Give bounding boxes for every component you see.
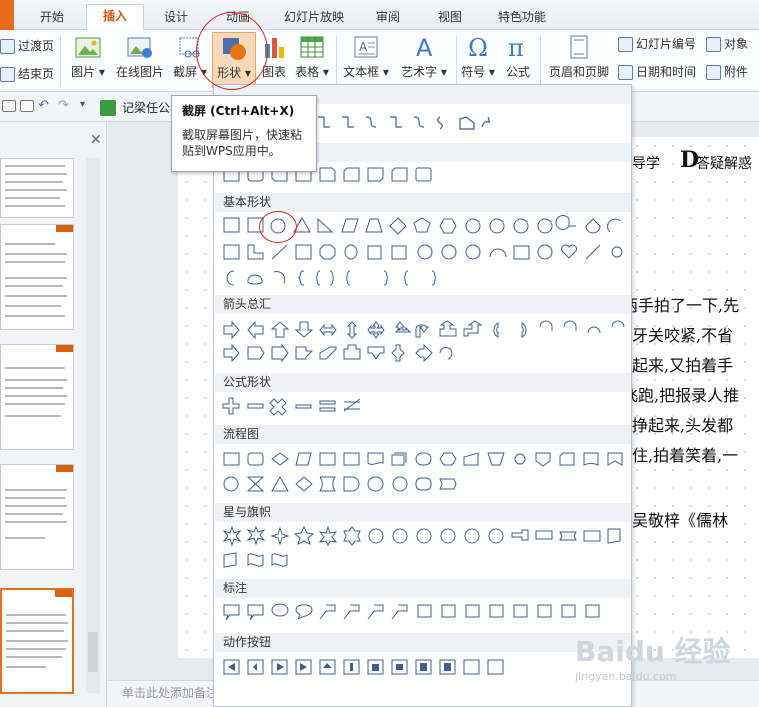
slide-thumbnail[interactable]: [0, 464, 74, 570]
slide-thumbnail[interactable]: [0, 224, 74, 330]
online-picture-icon: [126, 34, 154, 60]
customize-dropdown-icon[interactable]: ▾: [80, 99, 85, 110]
ribbon-insert: 过渡页 结束页 图片 ▾ 在线图片 截屏 ▾ 形状 ▾ 图表 表格 ▾ A 文本…: [0, 30, 759, 92]
section-arrows: 箭头总汇: [215, 295, 631, 314]
slide-text-line: 起来,又拍着手: [632, 356, 734, 375]
svg-text:Ω: Ω: [468, 34, 488, 60]
slide-number-button[interactable]: 幻灯片编号: [618, 34, 696, 54]
section-flowchart: 流程图: [215, 425, 631, 444]
slide-text-line: 挣起来,头发都: [632, 416, 734, 435]
highlight-circle-oval-shape: [259, 211, 297, 243]
tab-design[interactable]: 设计: [150, 6, 202, 30]
textbox-button[interactable]: A 文本框 ▾: [340, 32, 392, 88]
app-menu-icon[interactable]: [0, 0, 14, 30]
picture-icon: [74, 34, 102, 60]
wordart-button[interactable]: A 艺术字 ▾: [396, 32, 452, 88]
svg-text:A: A: [416, 34, 433, 60]
slide-text-line: 牙关咬紧,不省: [632, 326, 734, 345]
date-time-button[interactable]: 日期和时间: [618, 62, 696, 82]
line-shapes-row[interactable]: [314, 113, 494, 133]
formula-icon: π: [504, 34, 532, 62]
object-button[interactable]: 对象: [706, 34, 748, 54]
slide-text-line: 飞跑,把报录人推: [622, 386, 740, 405]
redo-icon[interactable]: ↷: [58, 98, 69, 113]
section-action-buttons: 动作按钮: [215, 633, 631, 652]
section-stars-banners: 星与旗帜: [215, 503, 631, 522]
symbol-icon: Ω: [464, 34, 492, 62]
tab-slideshow[interactable]: 幻灯片放映: [276, 6, 352, 30]
print-icon[interactable]: [20, 100, 34, 112]
close-panel-icon[interactable]: ✕: [90, 132, 102, 148]
symbol-button[interactable]: Ω 符号 ▾: [458, 32, 498, 88]
wps-window: 开始 插入 设计 动画 幻灯片放映 审阅 视图 特色功能 过渡页 结束页 图片 …: [0, 0, 759, 707]
scrollbar-thumb[interactable]: [88, 632, 98, 672]
slide-heading-right: 答疑解惑: [696, 156, 752, 172]
shapes-dropdown: 基本形状 箭头总汇 公式形状 流程图 星与旗帜 标注 动作按钮: [213, 84, 632, 707]
callout-shapes-row[interactable]: [222, 601, 632, 625]
flowchart-shapes-grid[interactable]: [222, 449, 632, 493]
save-icon[interactable]: [2, 100, 16, 112]
slide-text-line: 两手拍了一下,先: [622, 296, 740, 315]
formula-button[interactable]: π 公式: [500, 32, 536, 88]
attachment-button[interactable]: 附件: [706, 62, 748, 82]
document-tab[interactable]: 记梁任公: [98, 98, 170, 118]
end-page-button[interactable]: 结束页: [0, 64, 54, 84]
thumbnail-scrollbar[interactable]: [86, 158, 100, 693]
tooltip-title: 截屏 (Ctrl+Alt+X): [182, 104, 295, 118]
slide-text-line: 住,拍着笑着,一: [632, 446, 739, 465]
slide-text-line: 吴敬梓《儒林: [632, 511, 729, 530]
watermark: Baidu 经验 jingyan.baidu.com: [575, 635, 731, 683]
slide-thumbnail[interactable]: [0, 158, 74, 218]
arrow-shapes-grid[interactable]: [222, 319, 632, 363]
svg-text:π: π: [508, 34, 524, 60]
tab-home[interactable]: 开始: [24, 6, 80, 30]
ribbon-tab-bar: 开始 插入 设计 动画 幻灯片放映 审阅 视图 特色功能: [0, 0, 759, 31]
header-footer-button[interactable]: 页眉和页脚: [546, 32, 612, 88]
tab-view[interactable]: 视图: [424, 6, 476, 30]
screenshot-tooltip: 截屏 (Ctrl+Alt+X) 截取屏幕图片，快速粘贴到WPS应用中。: [171, 95, 317, 172]
picture-button[interactable]: 图片 ▾: [66, 32, 110, 88]
table-button[interactable]: 表格 ▾: [292, 32, 332, 88]
section-callouts: 标注: [215, 579, 631, 598]
highlight-circle-shapes-button: [196, 12, 268, 90]
tooltip-body: 截取屏幕图片，快速粘贴到WPS应用中。: [182, 128, 303, 158]
equation-shapes-row[interactable]: [222, 395, 382, 417]
slide-thumbnail[interactable]: [0, 344, 74, 450]
section-basic-shapes: 基本形状: [215, 193, 631, 212]
tab-features[interactable]: 特色功能: [486, 6, 558, 30]
slide-thumbnail-selected[interactable]: [0, 588, 74, 694]
header-footer-icon: [565, 34, 593, 60]
transition-page-button[interactable]: 过渡页: [0, 36, 54, 56]
svg-text:A: A: [359, 40, 368, 54]
action-buttons-row[interactable]: [222, 657, 512, 679]
stars-banners-grid[interactable]: [222, 525, 632, 569]
tab-insert[interactable]: 插入: [86, 4, 144, 31]
online-picture-button[interactable]: 在线图片: [112, 32, 168, 88]
tab-review[interactable]: 审阅: [362, 6, 414, 30]
undo-icon[interactable]: ↶: [38, 98, 49, 113]
section-equation-shapes: 公式形状: [215, 373, 631, 392]
wordart-icon: A: [410, 34, 438, 62]
table-icon: [298, 34, 326, 60]
textbox-icon: A: [352, 34, 380, 60]
